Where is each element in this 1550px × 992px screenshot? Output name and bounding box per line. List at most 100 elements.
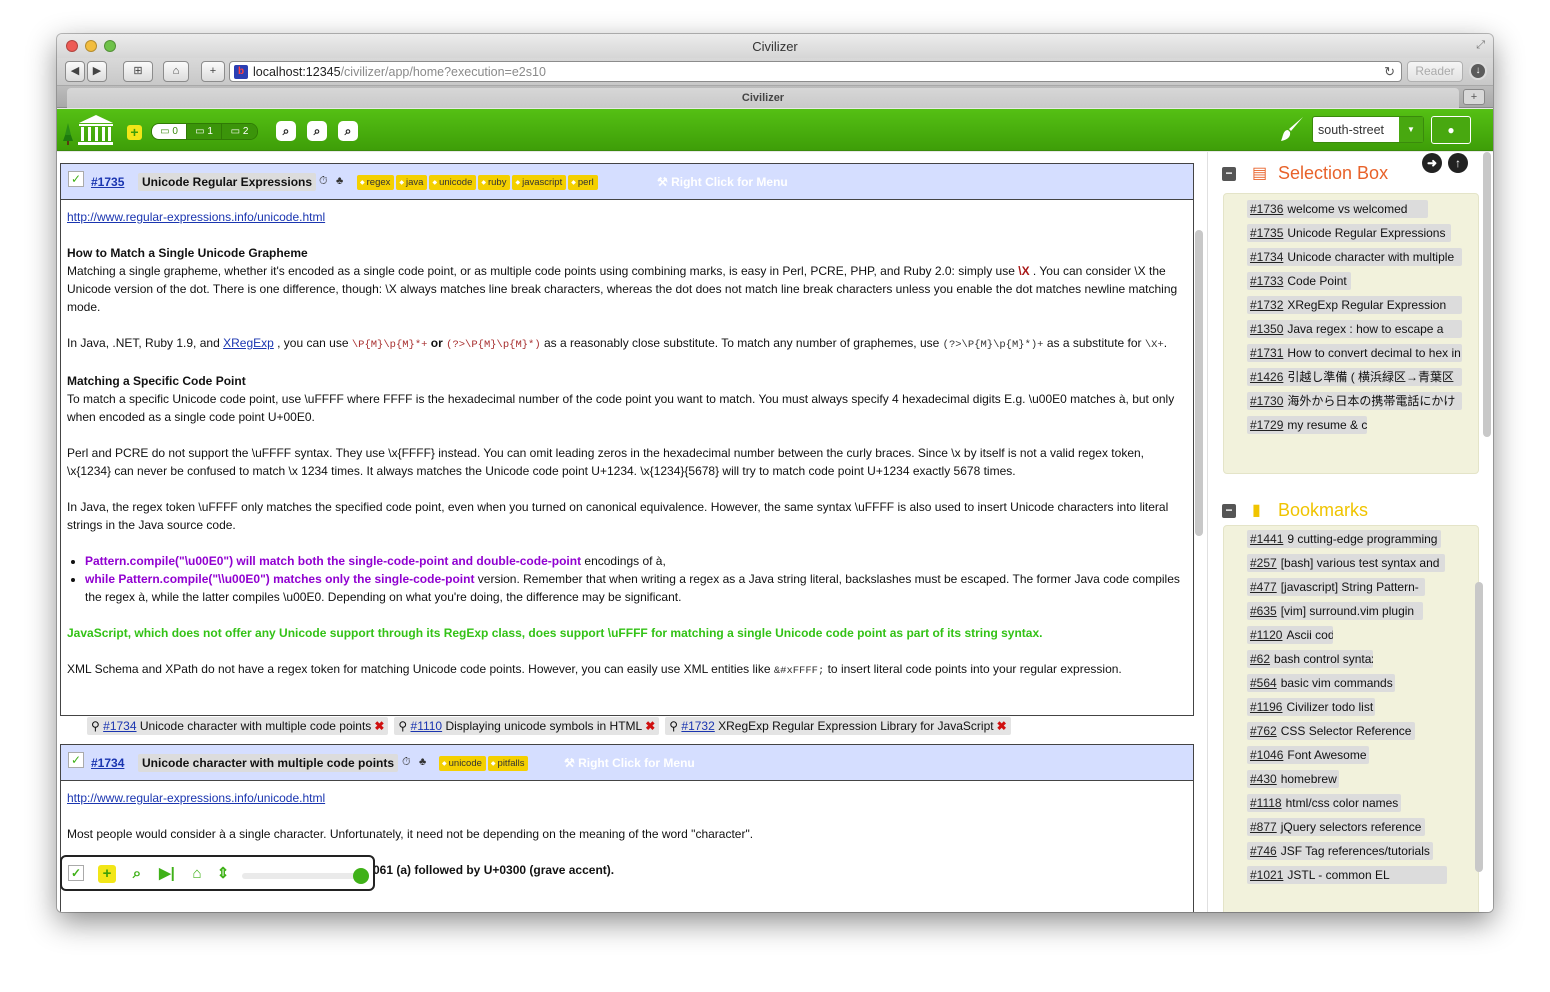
theme-select[interactable]: south-street ▼ — [1312, 116, 1424, 143]
bookmark-item[interactable]: #1441 9 cutting-edge programming — [1247, 530, 1441, 548]
forward-button[interactable]: ▶ — [87, 61, 107, 82]
xregexp-link[interactable]: XRegExp — [223, 336, 274, 350]
delete-icon[interactable]: ✖ — [997, 719, 1007, 733]
fragment-title[interactable]: Unicode Regular Expressions — [138, 173, 317, 191]
bookmark-item[interactable]: #257 [bash] various test syntax and — [1247, 554, 1445, 572]
selection-item[interactable]: #1734 Unicode character with multiple — [1247, 248, 1462, 266]
fragment-checkbox[interactable]: ✓ — [68, 752, 84, 768]
bookmark-item[interactable]: #1021 JSTL - common EL — [1247, 866, 1447, 884]
tab-civilizer[interactable]: Civilizer — [67, 88, 1459, 108]
bookmark-item[interactable]: #635 [vim] surround.vim plugin — [1247, 602, 1423, 620]
clock-icon[interactable]: ⏱ — [402, 756, 411, 769]
selection-item[interactable]: #1733 Code Point — [1247, 272, 1351, 290]
title-bar: Civilizer ⤢ — [57, 34, 1493, 58]
bookmark-item[interactable]: #430 homebrew — [1247, 770, 1339, 788]
new-tab-button[interactable]: + — [1463, 89, 1485, 105]
selection-item[interactable]: #1732 XRegExp Regular Expression — [1247, 296, 1462, 314]
address-bar[interactable]: b localhost:12345/civilizer/app/home?exe… — [229, 61, 1402, 82]
collapse-icon[interactable]: − — [1222, 167, 1236, 181]
bookmark-item[interactable]: #1196 Civilizer todo list — [1247, 698, 1375, 716]
tag[interactable]: java — [396, 175, 428, 190]
tree-icon[interactable]: ♣ — [419, 756, 426, 768]
reader-button[interactable]: Reader — [1407, 61, 1463, 82]
add-fragment-icon[interactable]: + — [127, 125, 142, 140]
workspace-tab-0[interactable]: ▭ 0 — [152, 124, 187, 139]
selection-item[interactable]: #1730 海外から日本の携帯電話にかけ — [1247, 392, 1462, 410]
selection-item[interactable]: #1731 How to convert decimal to hex in — [1247, 344, 1462, 362]
bookmark-item[interactable]: #1046 Font Awesome — [1247, 746, 1369, 764]
bookmark-item[interactable]: #762 CSS Selector Reference — [1247, 722, 1415, 740]
sidebar-scrollbar[interactable] — [1483, 152, 1491, 437]
back-button[interactable]: ◀ — [65, 61, 85, 82]
bookmark-item[interactable]: #746 JSF Tag references/tutorials — [1247, 842, 1433, 860]
bookmarks-title: Bookmarks — [1278, 500, 1369, 520]
tag[interactable]: unicode — [439, 756, 486, 771]
search-icon-3[interactable]: ⌕ — [338, 121, 358, 141]
fragment-checkbox[interactable]: ✓ — [68, 171, 84, 187]
search-icon-2[interactable]: ⌕ — [307, 121, 327, 141]
selection-item[interactable]: #1426 引越し準備 ( 横浜緑区→青葉区 — [1247, 368, 1462, 386]
tree-icon[interactable]: ♣ — [336, 175, 343, 187]
collapse-icon[interactable]: − — [1222, 504, 1236, 518]
sort-icon[interactable]: ⇕ — [214, 865, 232, 883]
window-title: Civilizer — [752, 39, 798, 54]
delete-icon[interactable]: ✖ — [645, 719, 655, 733]
selection-item[interactable]: #1729 my resume & cv — [1247, 416, 1367, 434]
source-link[interactable]: http://www.regular-expressions.info/unic… — [67, 791, 325, 805]
tab-bar: Civilizer + — [57, 86, 1493, 108]
workspace-tab-1[interactable]: ▭ 1 — [187, 124, 222, 139]
bookmark-item[interactable]: #1120Ascii code — [1247, 626, 1333, 644]
reload-icon[interactable]: ↻ — [1384, 64, 1395, 80]
bookmark-item[interactable]: #564 basic vim commands — [1247, 674, 1395, 692]
selection-item[interactable]: #1350 Java regex : how to escape a — [1247, 320, 1462, 338]
tag[interactable]: regex — [357, 175, 395, 190]
selection-item[interactable]: #1736 welcome vs welcomed — [1247, 200, 1428, 218]
slider-handle[interactable] — [353, 868, 369, 884]
related-item[interactable]: ⚲ #1732 XRegExp Regular Expression Libra… — [665, 717, 1011, 735]
bookmark-item[interactable]: #477 [javascript] String Pattern- — [1247, 578, 1425, 596]
source-link[interactable]: http://www.regular-expressions.info/unic… — [67, 210, 325, 224]
tag[interactable]: ruby — [478, 175, 511, 190]
skip-icon[interactable]: ▶| — [158, 865, 176, 883]
delete-icon[interactable]: ✖ — [374, 719, 384, 733]
brush-icon[interactable] — [1279, 115, 1305, 143]
add-icon[interactable]: + — [98, 865, 116, 883]
selection-item[interactable]: #1735 Unicode Regular Expressions — [1247, 224, 1451, 242]
download-icon[interactable]: ↓ — [1469, 62, 1487, 80]
search-icon[interactable]: ⌕ — [128, 865, 146, 883]
fragment-body: http://www.regular-expressions.info/unic… — [61, 200, 1193, 706]
fullscreen-icon[interactable]: ⤢ — [1476, 39, 1485, 52]
home-icon[interactable]: ⌂ — [188, 865, 206, 883]
reading-list-button[interactable]: ⊞ — [123, 61, 153, 82]
check-icon[interactable]: ✓ — [68, 865, 84, 881]
tag-list: regex java unicode ruby javascript perl — [357, 175, 598, 190]
paragraph: In Java, .NET, Ruby 1.9, and XRegExp , y… — [67, 336, 1168, 351]
zoom-slider[interactable] — [242, 868, 369, 884]
chevron-down-icon[interactable]: ▼ — [1399, 117, 1423, 142]
fragment-id[interactable]: #1734 — [91, 756, 124, 770]
tag[interactable]: unicode — [429, 175, 477, 190]
clock-icon[interactable]: ⏱ — [319, 175, 328, 188]
museum-logo-icon[interactable] — [59, 113, 113, 147]
tag[interactable]: javascript — [512, 175, 567, 190]
search-icon[interactable]: ⌕ — [276, 121, 296, 141]
fragment-title[interactable]: Unicode character with multiple code poi… — [138, 754, 399, 772]
bookmark-item[interactable]: #62 bash control syntax — [1247, 650, 1373, 668]
tag[interactable]: pitfalls — [487, 756, 529, 771]
browser-toolbar: ◀ ▶ ⊞ ⌂ + b localhost:12345/civilizer/ap… — [57, 58, 1493, 86]
fragment-id[interactable]: #1735 — [91, 175, 124, 189]
related-item[interactable]: ⚲ #1110 Displaying unicode symbols in HT… — [394, 717, 660, 735]
add-bookmark-button[interactable]: + — [201, 61, 225, 82]
tag[interactable]: perl — [568, 175, 598, 190]
arrow-right-icon[interactable]: ➜ — [1422, 153, 1442, 173]
workspace-tab-2[interactable]: ▭ 2 — [222, 124, 257, 139]
arrow-up-icon[interactable]: ↑ — [1448, 153, 1468, 173]
home-button[interactable]: ⌂ — [163, 61, 189, 82]
user-icon[interactable]: ● — [1431, 116, 1471, 144]
bookmark-item[interactable]: #877 jQuery selectors reference — [1247, 818, 1425, 836]
bookmarks-scrollbar[interactable] — [1475, 582, 1483, 872]
related-item[interactable]: ⚲ #1734 Unicode character with multiple … — [87, 717, 389, 735]
main-scrollbar[interactable] — [1195, 230, 1203, 536]
bookmark-item[interactable]: #1118 html/css color names — [1247, 794, 1401, 812]
fragment-header: ✓ #1734 Unicode character with multiple … — [61, 745, 1193, 781]
